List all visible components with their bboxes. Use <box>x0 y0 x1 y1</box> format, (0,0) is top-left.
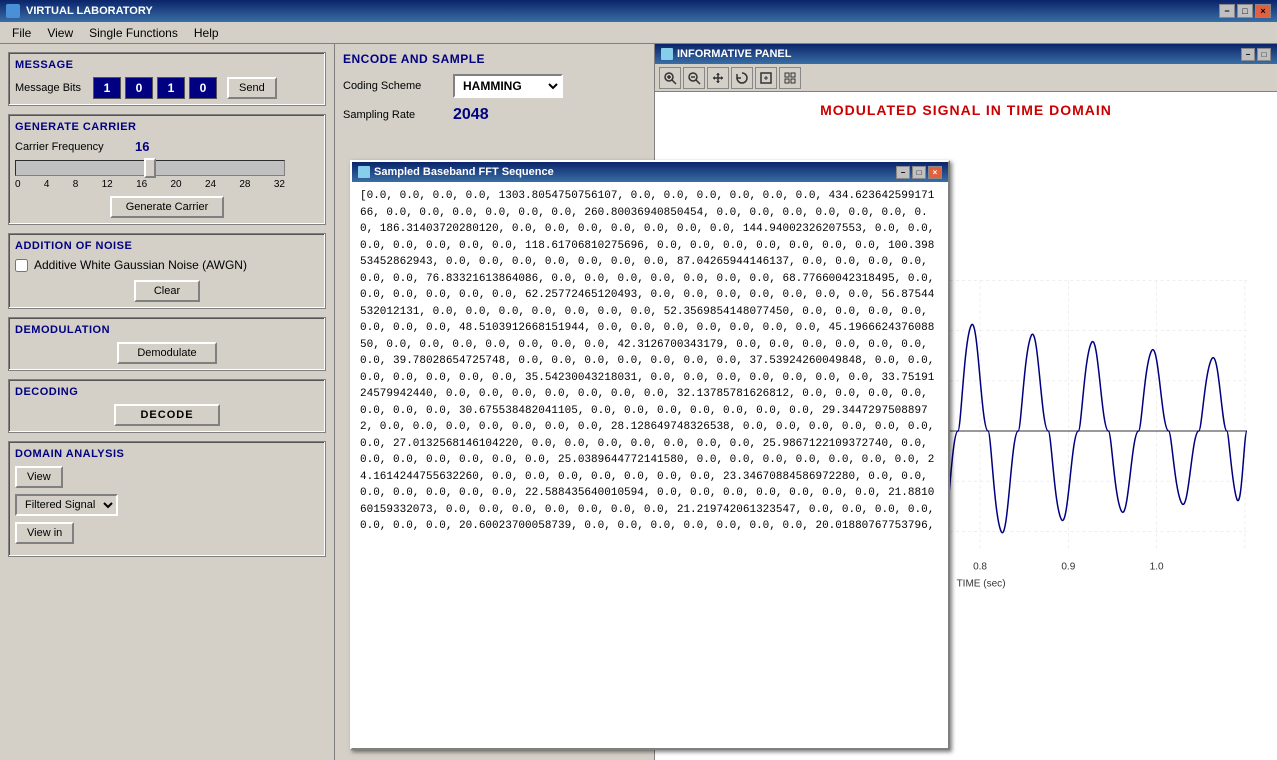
minimize-button[interactable]: − <box>1219 4 1235 18</box>
info-panel-icon <box>661 48 673 60</box>
carrier-freq-row: Carrier Frequency 16 <box>15 139 319 154</box>
coding-scheme-select[interactable]: HAMMING LDPC TURBO <box>453 74 563 98</box>
view-button[interactable]: View <box>15 466 63 488</box>
bit-input-3[interactable] <box>189 77 217 99</box>
noise-header: ADDITION OF NOISE <box>15 240 319 252</box>
chart-title: MODULATED SIGNAL IN TIME DOMAIN <box>665 102 1267 118</box>
encode-header: ENCODE AND SAMPLE <box>343 52 646 66</box>
popup-content[interactable]: [0.0, 0.0, 0.0, 0.0, 1303.8054750756107,… <box>352 182 948 748</box>
decoding-header: DECODING <box>15 386 319 398</box>
carrier-section: GENERATE CARRIER Carrier Frequency 16 0 … <box>8 114 326 225</box>
decode-button[interactable]: DECODE <box>114 404 219 426</box>
info-restore-button[interactable]: □ <box>1257 48 1271 61</box>
popup-minimize-button[interactable]: − <box>896 166 910 179</box>
sampling-rate-value: 2048 <box>453 106 489 124</box>
popup-title-bar: Sampled Baseband FFT Sequence − □ × <box>352 162 948 182</box>
popup-controls[interactable]: − □ × <box>896 166 942 179</box>
sampling-row: Sampling Rate 2048 <box>343 106 646 124</box>
bit-input-0[interactable] <box>93 77 121 99</box>
domain-row-1: View <box>15 466 319 488</box>
svg-text:1.0: 1.0 <box>1150 561 1164 572</box>
domain-section: DOMAIN ANALYSIS View Filtered Signal Raw… <box>8 441 326 557</box>
domain-row-2: Filtered Signal Raw Signal <box>15 494 319 516</box>
carrier-freq-value: 16 <box>135 139 149 154</box>
message-bits-row: Message Bits Send <box>15 77 319 99</box>
app-title: VIRTUAL LABORATORY <box>26 5 153 17</box>
carrier-freq-slider[interactable] <box>15 160 285 176</box>
toolbar-zoom-out[interactable] <box>683 67 705 89</box>
awgn-row: Additive White Gaussian Noise (AWGN) <box>15 258 319 272</box>
demodulation-section: DEMODULATION Demodulate <box>8 317 326 371</box>
generate-carrier-button[interactable]: Generate Carrier <box>110 196 225 218</box>
info-panel-title: INFORMATIVE PANEL <box>677 48 791 60</box>
toolbar-grid[interactable] <box>779 67 801 89</box>
fft-popup: Sampled Baseband FFT Sequence − □ × [0.0… <box>350 160 950 750</box>
popup-icon <box>358 166 370 178</box>
info-panel-title-bar: INFORMATIVE PANEL − □ <box>655 44 1277 64</box>
popup-close-button[interactable]: × <box>928 166 942 179</box>
toolbar-reset[interactable] <box>731 67 753 89</box>
menu-file[interactable]: File <box>4 24 39 42</box>
slider-labels: 0 4 8 12 16 20 24 28 32 <box>15 179 285 190</box>
toolbar-pan[interactable] <box>707 67 729 89</box>
view-in-button[interactable]: View in <box>15 522 74 544</box>
sampling-label: Sampling Rate <box>343 109 453 121</box>
clear-button[interactable]: Clear <box>134 280 200 302</box>
title-bar: VIRTUAL LABORATORY − □ × <box>0 0 1277 22</box>
info-panel-controls[interactable]: − □ <box>1241 48 1271 61</box>
info-toolbar <box>655 64 1277 92</box>
coding-label: Coding Scheme <box>343 80 453 92</box>
svg-text:0.9: 0.9 <box>1061 561 1075 572</box>
slider-container: 0 4 8 12 16 20 24 28 32 <box>15 160 319 190</box>
domain-row-3: View in <box>15 522 319 544</box>
bit-input-1[interactable] <box>125 77 153 99</box>
message-header: MESSAGE <box>15 59 319 71</box>
demodulate-button[interactable]: Demodulate <box>117 342 216 364</box>
close-button[interactable]: × <box>1255 4 1271 18</box>
restore-button[interactable]: □ <box>1237 4 1253 18</box>
fft-sequence-text: [0.0, 0.0, 0.0, 0.0, 1303.8054750756107,… <box>360 190 934 532</box>
demodulation-header: DEMODULATION <box>15 324 319 336</box>
left-panel: MESSAGE Message Bits Send GENERATE CARRI… <box>0 44 335 760</box>
toolbar-zoom-in[interactable] <box>659 67 681 89</box>
bit-input-2[interactable] <box>157 77 185 99</box>
svg-text:0.8: 0.8 <box>973 561 987 572</box>
carrier-header: GENERATE CARRIER <box>15 121 319 133</box>
noise-section: ADDITION OF NOISE Additive White Gaussia… <box>8 233 326 309</box>
awgn-label: Additive White Gaussian Noise (AWGN) <box>34 258 247 272</box>
menu-bar: File View Single Functions Help <box>0 22 1277 44</box>
domain-header: DOMAIN ANALYSIS <box>15 448 319 460</box>
popup-restore-button[interactable]: □ <box>912 166 926 179</box>
message-bits-label: Message Bits <box>15 82 85 94</box>
send-button[interactable]: Send <box>227 77 277 99</box>
decoding-section: DECODING DECODE <box>8 379 326 433</box>
filter-select[interactable]: Filtered Signal Raw Signal <box>15 494 118 516</box>
toolbar-fit[interactable] <box>755 67 777 89</box>
menu-help[interactable]: Help <box>186 24 227 42</box>
carrier-freq-label: Carrier Frequency <box>15 141 135 153</box>
message-section: MESSAGE Message Bits Send <box>8 52 326 106</box>
window-controls[interactable]: − □ × <box>1219 4 1271 18</box>
awgn-checkbox[interactable] <box>15 259 28 272</box>
menu-single-functions[interactable]: Single Functions <box>81 24 186 42</box>
svg-text:TIME (sec): TIME (sec) <box>957 579 1006 590</box>
menu-view[interactable]: View <box>39 24 81 42</box>
info-minimize-button[interactable]: − <box>1241 48 1255 61</box>
coding-row: Coding Scheme HAMMING LDPC TURBO <box>343 74 646 98</box>
popup-title: Sampled Baseband FFT Sequence <box>374 166 554 178</box>
app-icon <box>6 4 20 18</box>
